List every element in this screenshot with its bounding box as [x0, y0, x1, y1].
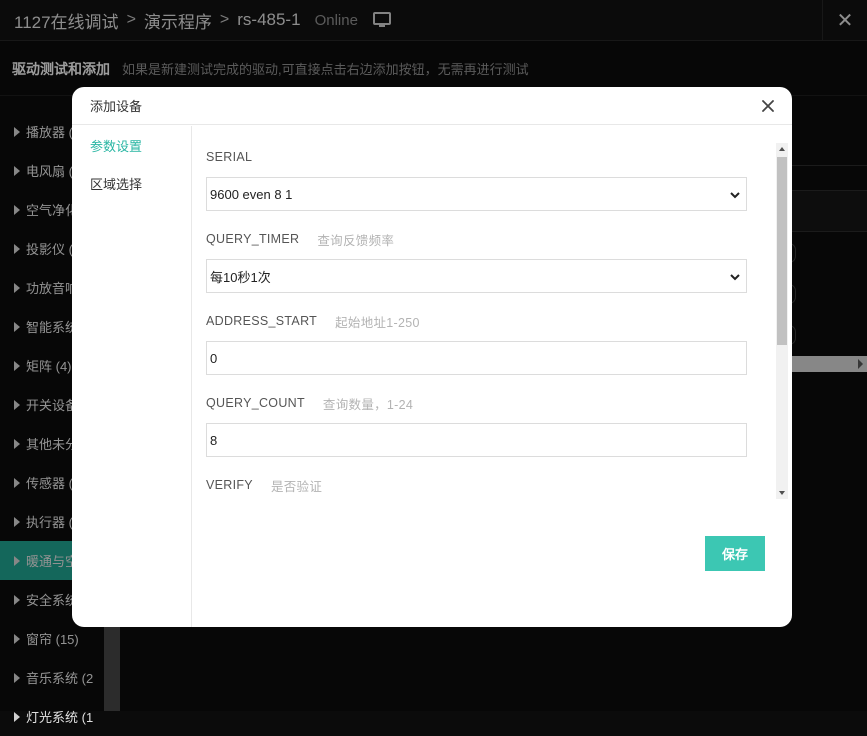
- scrollbar-thumb[interactable]: [777, 157, 787, 345]
- select-value: 9600 even 8 1: [210, 186, 293, 202]
- select-value: 每10秒1次: [210, 269, 271, 285]
- field-serial: SERIAL 9600 even 8 1: [206, 148, 747, 211]
- nav-item-area[interactable]: 区域选择: [72, 164, 191, 202]
- field-name: VERIFY: [206, 478, 253, 492]
- scroll-down-icon[interactable]: [779, 491, 785, 495]
- field-label: SERIAL: [206, 148, 747, 166]
- field-query-count: QUERY_COUNT 查询数量，1-24 8: [206, 394, 747, 457]
- field-hint: 是否验证: [270, 479, 323, 494]
- field-name: ADDRESS_START: [206, 314, 318, 328]
- query-timer-select[interactable]: 每10秒1次: [206, 259, 747, 293]
- parameter-form: SERIAL 9600 even 8 1 QUERY_TIMER 查询反馈频率 …: [192, 126, 792, 506]
- add-device-dialog: 添加设备 参数设置 区域选择 SERIAL 9600 even 8 1 QUER…: [72, 87, 792, 627]
- save-button[interactable]: 保存: [705, 536, 765, 571]
- field-hint: 查询数量，1-24: [322, 397, 414, 412]
- field-label: QUERY_TIMER 查询反馈频率: [206, 230, 747, 248]
- input-value: 8: [210, 432, 218, 448]
- caret-right-icon: [14, 711, 20, 722]
- dialog-nav: 参数设置 区域选择: [72, 126, 192, 627]
- field-address-start: ADDRESS_START 起始地址1-250 0: [206, 312, 747, 375]
- close-icon[interactable]: [758, 96, 778, 116]
- chevron-down-icon: [728, 188, 742, 202]
- field-label: QUERY_COUNT 查询数量，1-24: [206, 394, 747, 412]
- field-name: QUERY_COUNT: [206, 396, 305, 410]
- chevron-down-icon: [728, 270, 742, 284]
- field-name: QUERY_TIMER: [206, 232, 300, 246]
- input-value: 0: [210, 350, 218, 366]
- dialog-header: 添加设备: [72, 87, 792, 125]
- dialog-title: 添加设备: [90, 99, 143, 114]
- field-hint: 查询反馈频率: [317, 233, 395, 248]
- field-query-timer: QUERY_TIMER 查询反馈频率 每10秒1次: [206, 230, 747, 293]
- nav-item-parameters[interactable]: 参数设置: [72, 126, 191, 164]
- field-verify: VERIFY 是否验证: [206, 476, 747, 494]
- query-count-input[interactable]: 8: [206, 423, 747, 457]
- serial-select[interactable]: 9600 even 8 1: [206, 177, 747, 211]
- field-label: ADDRESS_START 起始地址1-250: [206, 312, 747, 330]
- address-start-input[interactable]: 0: [206, 341, 747, 375]
- scroll-up-icon[interactable]: [779, 147, 785, 151]
- form-scrollbar[interactable]: [776, 143, 788, 499]
- field-label: VERIFY 是否验证: [206, 476, 747, 494]
- field-name: SERIAL: [206, 150, 253, 164]
- field-hint: 起始地址1-250: [335, 315, 420, 330]
